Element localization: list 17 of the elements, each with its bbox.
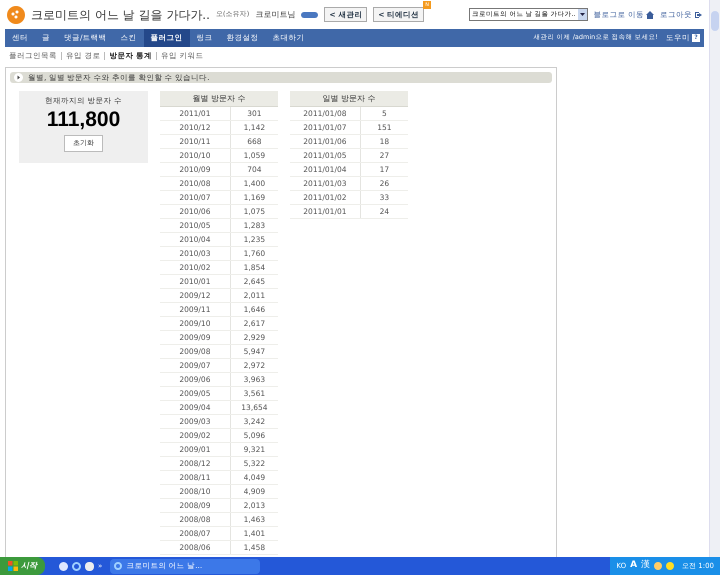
caret-icon bbox=[578, 9, 587, 20]
table-header: 월별 방문자 수 bbox=[160, 91, 278, 108]
logout-icon bbox=[694, 10, 702, 18]
user-name: 크로미트님 bbox=[255, 8, 296, 20]
scrollbar[interactable] bbox=[709, 0, 720, 557]
badge-icon bbox=[301, 12, 318, 18]
hanja-mode: 漢 bbox=[641, 559, 650, 572]
blog-title: 크로미트의 어느 날 길을 가다가.. bbox=[31, 6, 210, 24]
home-icon bbox=[646, 10, 654, 18]
ime-mode: A bbox=[630, 559, 638, 572]
browser-icon bbox=[114, 562, 122, 570]
visitor-count: 111,800 bbox=[46, 106, 120, 132]
logo-icon bbox=[7, 6, 25, 24]
table-header: 일별 방문자 수 bbox=[290, 91, 408, 108]
start-button[interactable]: 시작 bbox=[0, 557, 45, 575]
windows-logo-icon bbox=[8, 561, 18, 571]
browser-icon[interactable] bbox=[72, 562, 81, 570]
